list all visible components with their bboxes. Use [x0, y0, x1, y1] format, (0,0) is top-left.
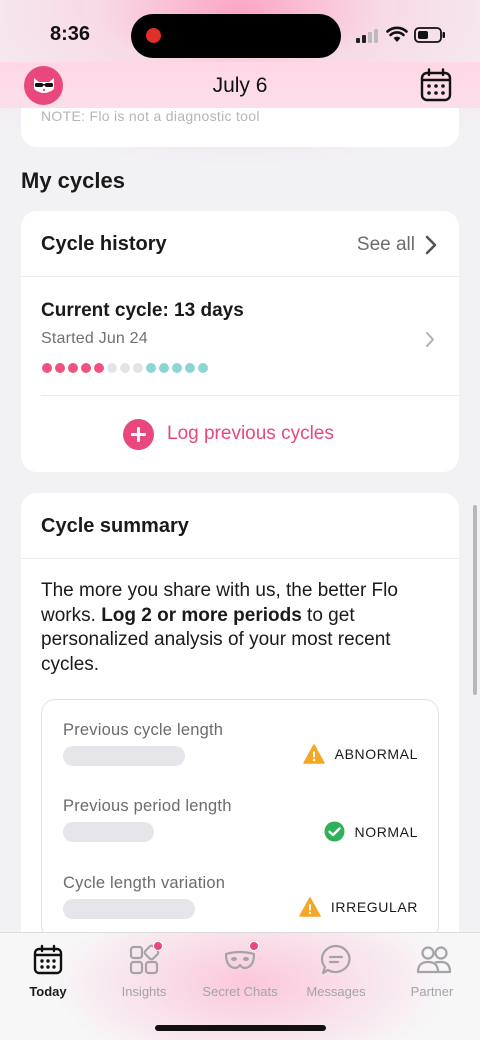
- warning-icon: [299, 897, 321, 917]
- current-cycle-title: Current cycle: 13 days: [41, 300, 244, 321]
- recording-dot: [146, 28, 161, 43]
- metric-placeholder-bar: [63, 746, 185, 766]
- calendar-icon: [33, 944, 63, 975]
- cycle-day-dot: [159, 363, 169, 373]
- cycle-day-dot: [94, 363, 104, 373]
- check-icon: [324, 821, 344, 842]
- metric-label: Cycle length variation: [63, 874, 226, 892]
- warning-icon: [302, 744, 325, 764]
- cycle-day-dot: [120, 363, 130, 373]
- dynamic-island: [131, 14, 341, 58]
- status-badge: NORMAL: [324, 821, 419, 842]
- cycle-day-dot: [42, 363, 52, 373]
- cycle-day-dot: [198, 363, 208, 373]
- status-badge: IRREGULAR: [299, 897, 418, 917]
- metric-placeholder-bar: [63, 899, 195, 919]
- notification-badge: [249, 941, 259, 951]
- chevron-right-icon: [426, 332, 434, 347]
- tab-label: Insights: [121, 984, 167, 999]
- divider: [41, 395, 459, 396]
- cycle-history-row[interactable]: Cycle history See all: [21, 211, 459, 277]
- page-title: July 6: [212, 74, 268, 97]
- tab-today[interactable]: Today: [0, 943, 96, 999]
- tab-label: Messages: [306, 984, 366, 999]
- cycle-dots: [42, 363, 208, 373]
- status-bar: 8:36: [0, 0, 480, 70]
- metric-label: Previous cycle length: [63, 721, 224, 739]
- wifi-icon: [386, 26, 408, 42]
- metric-placeholder-bar: [63, 822, 154, 842]
- tab-label: Today: [29, 984, 67, 999]
- battery-icon: [414, 27, 445, 43]
- status-text: IRREGULAR: [330, 899, 418, 915]
- calendar-button[interactable]: [420, 68, 452, 102]
- cycle-history-card: Cycle history See all Current cycle: 13 …: [21, 211, 459, 472]
- signal-icon: [356, 29, 378, 43]
- cycle-summary-card: Cycle summary The more you share with us…: [21, 493, 459, 953]
- disclaimer-note: NOTE: Flo is not a diagnostic tool: [41, 108, 260, 124]
- app-header: July 6: [0, 62, 480, 108]
- status-time: 8:36: [50, 23, 91, 45]
- section-title: My cycles: [21, 168, 125, 193]
- log-previous-cycles-label: Log previous cycles: [167, 423, 334, 444]
- cycle-day-dot: [68, 363, 78, 373]
- metrics-box: Previous cycle length ABNORMAL Previous …: [41, 699, 439, 939]
- tab-messages[interactable]: Messages: [288, 943, 384, 999]
- status-text: NORMAL: [354, 823, 418, 840]
- cycle-summary-header: Cycle summary: [21, 493, 459, 559]
- cycle-history-title: Cycle history: [41, 233, 167, 255]
- cycle-day-dot: [55, 363, 65, 373]
- scroll-indicator[interactable]: [473, 505, 477, 695]
- cycle-day-dot: [81, 363, 91, 373]
- current-cycle-start: Started Jun 24: [41, 330, 148, 347]
- summary-text-bold: Log 2 or more periods: [101, 604, 302, 626]
- tab-bar: Today Insights Secret Chats Messages Par…: [0, 932, 480, 1040]
- tab-secret-chats[interactable]: Secret Chats: [192, 941, 288, 999]
- cycle-day-dot: [107, 363, 117, 373]
- tab-partner[interactable]: Partner: [384, 943, 480, 999]
- see-all-link[interactable]: See all: [357, 234, 415, 256]
- plus-icon: [123, 418, 154, 450]
- cycle-day-dot: [146, 363, 156, 373]
- metric-label: Previous period length: [63, 797, 232, 815]
- status-text: ABNORMAL: [334, 746, 418, 762]
- cycle-summary-text: The more you share with us, the better F…: [41, 579, 446, 677]
- tab-insights[interactable]: Insights: [96, 941, 192, 999]
- partner-icon: [416, 946, 452, 974]
- cycle-day-dot: [172, 363, 182, 373]
- cycle-summary-title: Cycle summary: [41, 515, 189, 537]
- message-icon: [320, 944, 351, 975]
- cycle-day-dot: [185, 363, 195, 373]
- calendar-icon: [420, 68, 452, 102]
- log-previous-cycles-button[interactable]: Log previous cycles: [123, 418, 334, 450]
- notification-badge: [153, 941, 163, 951]
- tab-label: Secret Chats: [202, 984, 278, 999]
- tab-label: Partner: [410, 984, 454, 999]
- status-badge: ABNORMAL: [302, 744, 418, 764]
- chevron-right-icon: [425, 235, 437, 255]
- cycle-day-dot: [133, 363, 143, 373]
- home-indicator[interactable]: [155, 1025, 326, 1031]
